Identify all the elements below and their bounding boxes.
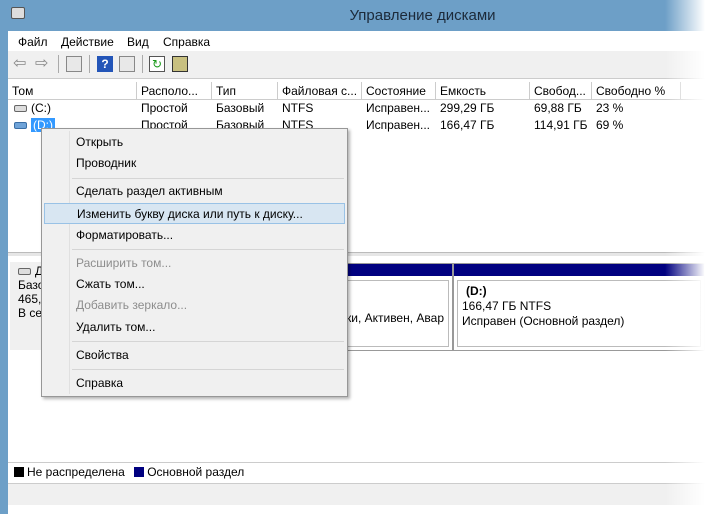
col-filesystem[interactable]: Файловая с... bbox=[278, 82, 362, 100]
menu-file[interactable]: Файл bbox=[18, 35, 48, 49]
partition-d-name: (D:) bbox=[466, 284, 487, 298]
menu-help[interactable]: Справка bbox=[163, 35, 210, 49]
cell-capacity: 299,29 ГБ bbox=[440, 101, 495, 115]
primary-swatch bbox=[134, 467, 145, 477]
unallocated-swatch bbox=[14, 467, 24, 477]
cell-free-percent: 23 % bbox=[596, 101, 624, 115]
window-title: Управление дисками bbox=[349, 7, 496, 24]
context-menu: Открыть Проводник Сделать раздел активны… bbox=[41, 128, 348, 397]
col-layout[interactable]: Располо... bbox=[137, 82, 212, 100]
drive-icon bbox=[14, 105, 27, 112]
menu-item-properties[interactable]: Свойства bbox=[44, 345, 345, 366]
menu-item-help[interactable]: Справка bbox=[44, 373, 345, 394]
cell-status: Исправен... bbox=[366, 118, 431, 132]
menu-view[interactable]: Вид bbox=[127, 35, 149, 49]
partition-d-size: 166,47 ГБ NTFS bbox=[462, 299, 552, 313]
col-free[interactable]: Свобод... bbox=[530, 82, 592, 100]
back-icon[interactable]: ⇦ bbox=[13, 56, 29, 72]
cell-layout: Простой bbox=[141, 101, 188, 115]
status-bar bbox=[8, 483, 705, 505]
menu-item-mark-active[interactable]: Сделать раздел активным bbox=[44, 181, 345, 202]
disk-icon bbox=[18, 268, 31, 275]
cell-fs: NTFS bbox=[282, 101, 314, 115]
col-status[interactable]: Состояние bbox=[362, 82, 436, 100]
cell-capacity: 166,47 ГБ bbox=[440, 118, 495, 132]
menu-item-format[interactable]: Форматировать... bbox=[44, 225, 345, 246]
menu-item-extend: Расширить том... bbox=[76, 256, 172, 270]
menu-item-delete[interactable]: Удалить том... bbox=[44, 317, 345, 338]
console-tree-icon[interactable] bbox=[66, 56, 82, 72]
edge-fade bbox=[665, 0, 705, 514]
menu-bar: Файл Действие Вид Справка bbox=[8, 31, 705, 51]
cell-status: Исправен... bbox=[366, 101, 431, 115]
cell-volume: (C:) bbox=[31, 101, 51, 115]
col-type[interactable]: Тип bbox=[212, 82, 278, 100]
legend-unallocated: Не распределена bbox=[27, 465, 125, 479]
col-capacity[interactable]: Емкость bbox=[436, 82, 530, 100]
toolbar: ⇦ ⇨ ? ↻ bbox=[8, 51, 705, 79]
col-volume[interactable]: Том bbox=[8, 82, 137, 100]
menu-item-shrink[interactable]: Сжать том... bbox=[44, 274, 345, 295]
menu-item-open[interactable]: Открыть bbox=[44, 132, 345, 153]
help-icon[interactable]: ? bbox=[97, 56, 113, 72]
menu-action[interactable]: Действие bbox=[61, 35, 114, 49]
legend: Не распределена Основной раздел bbox=[8, 462, 705, 480]
properties-icon[interactable] bbox=[172, 56, 188, 72]
cell-free: 114,91 ГБ bbox=[534, 118, 588, 132]
action-pane-icon[interactable] bbox=[119, 56, 135, 72]
menu-item-add-mirror: Добавить зеркало... bbox=[76, 298, 188, 312]
menu-item-change-drive-letter[interactable]: Изменить букву диска или путь к диску... bbox=[44, 203, 345, 224]
partition-d-status: Исправен (Основной раздел) bbox=[462, 314, 625, 328]
refresh-icon[interactable]: ↻ bbox=[149, 56, 165, 72]
cell-free-percent: 69 % bbox=[596, 118, 624, 132]
cell-free: 69,88 ГБ bbox=[534, 101, 582, 115]
forward-icon[interactable]: ⇨ bbox=[35, 56, 51, 72]
legend-primary: Основной раздел bbox=[147, 465, 245, 479]
cell-type: Базовый bbox=[216, 101, 265, 115]
drive-icon bbox=[14, 122, 27, 129]
menu-item-explore[interactable]: Проводник bbox=[44, 153, 345, 174]
